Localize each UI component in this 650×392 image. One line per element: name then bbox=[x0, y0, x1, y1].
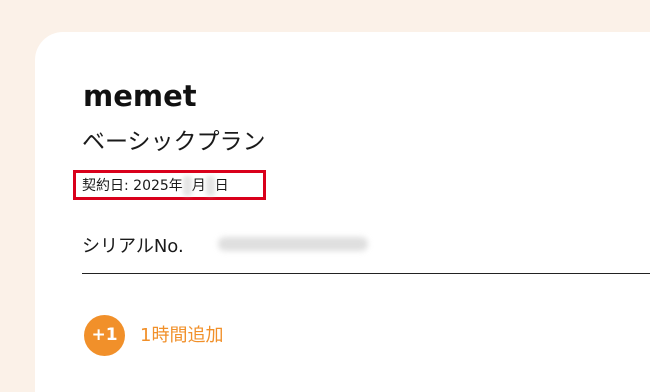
contract-date-day-suffix: 日 bbox=[214, 178, 229, 194]
divider bbox=[82, 273, 650, 274]
app-name: memet bbox=[83, 79, 197, 113]
account-card: memet ベーシックプラン 契約日: 2025年3月4日 シリアルNo. +1… bbox=[35, 32, 650, 392]
add-one-hour-label: 1時間追加 bbox=[140, 324, 224, 346]
plus-one-icon: +1 bbox=[84, 315, 125, 356]
contract-date-month-redacted: 3 bbox=[182, 176, 192, 196]
contract-date-year: 2025年 bbox=[133, 178, 183, 194]
contract-date-month-suffix: 月 bbox=[191, 178, 206, 194]
contract-date: 契約日: 2025年3月4日 bbox=[82, 176, 229, 196]
contract-date-label: 契約日: bbox=[82, 178, 129, 194]
serial-number-label: シリアルNo. bbox=[82, 236, 184, 257]
plan-name: ベーシックプラン bbox=[82, 129, 266, 155]
add-one-hour-button[interactable]: +1 1時間追加 bbox=[84, 315, 223, 356]
serial-number-redacted bbox=[218, 237, 368, 251]
contract-date-day-redacted: 4 bbox=[205, 176, 215, 196]
